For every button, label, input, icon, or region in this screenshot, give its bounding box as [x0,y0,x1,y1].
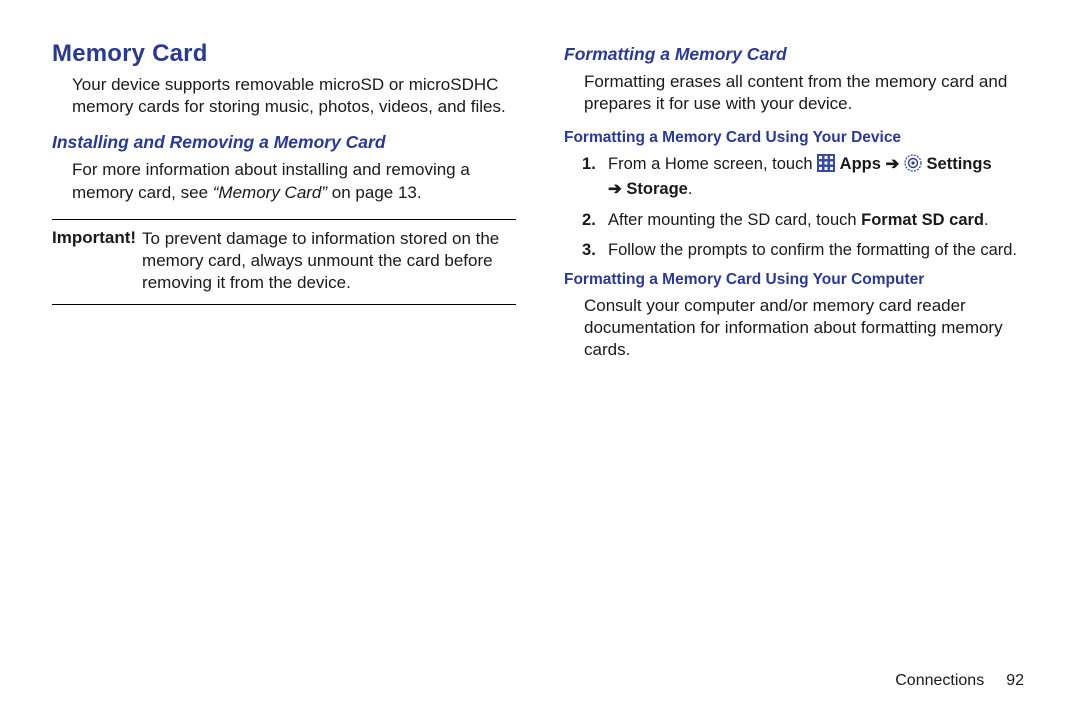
step2-post: . [984,211,989,229]
right-column: Formatting a Memory Card Formatting eras… [564,40,1028,376]
install-post: on page 13. [327,183,422,202]
step2-pre: After mounting the SD card, touch [608,211,861,229]
intro-text: Your device supports removable microSD o… [72,74,516,118]
format-using-computer-heading: Formatting a Memory Card Using Your Comp… [564,271,1028,289]
arrow-icon: ➔ [886,155,900,173]
step1-dot: . [688,180,693,198]
formatting-intro: Formatting erases all content from the m… [584,71,1028,115]
step1-apps-label: Apps [840,155,886,173]
format-using-device-heading: Formatting a Memory Card Using Your Devi… [564,129,1028,147]
step1-pre: From a Home screen, touch [608,155,817,173]
install-remove-text: For more information about installing an… [72,159,516,205]
left-column: Memory Card Your device supports removab… [52,40,516,376]
page-title: Memory Card [52,40,516,68]
format-computer-text: Consult your computer and/or memory card… [584,295,1028,361]
format-steps: From a Home screen, touch Apps ➔ [582,153,1028,261]
footer-page-number: 92 [1006,672,1024,689]
formatting-heading: Formatting a Memory Card [564,44,1028,65]
install-remove-heading: Installing and Removing a Memory Card [52,132,516,153]
page-footer: Connections 92 [895,672,1024,690]
step1-settings-label: Settings [927,155,992,173]
apps-icon [817,154,835,178]
footer-section: Connections [895,672,984,689]
settings-icon [904,154,922,178]
arrow-icon: ➔ [608,180,622,198]
important-label: Important! [52,228,136,294]
step1-storage-label: Storage [626,180,687,198]
step-1: From a Home screen, touch Apps ➔ [582,153,1028,201]
step2-format-sd: Format SD card [861,211,984,229]
step-3: Follow the prompts to confirm the format… [582,239,1028,261]
important-note: Important! To prevent damage to informat… [52,219,516,305]
memory-card-reference: “Memory Card” [213,183,327,202]
important-body: To prevent damage to information stored … [142,228,516,294]
step-2: After mounting the SD card, touch Format… [582,209,1028,231]
